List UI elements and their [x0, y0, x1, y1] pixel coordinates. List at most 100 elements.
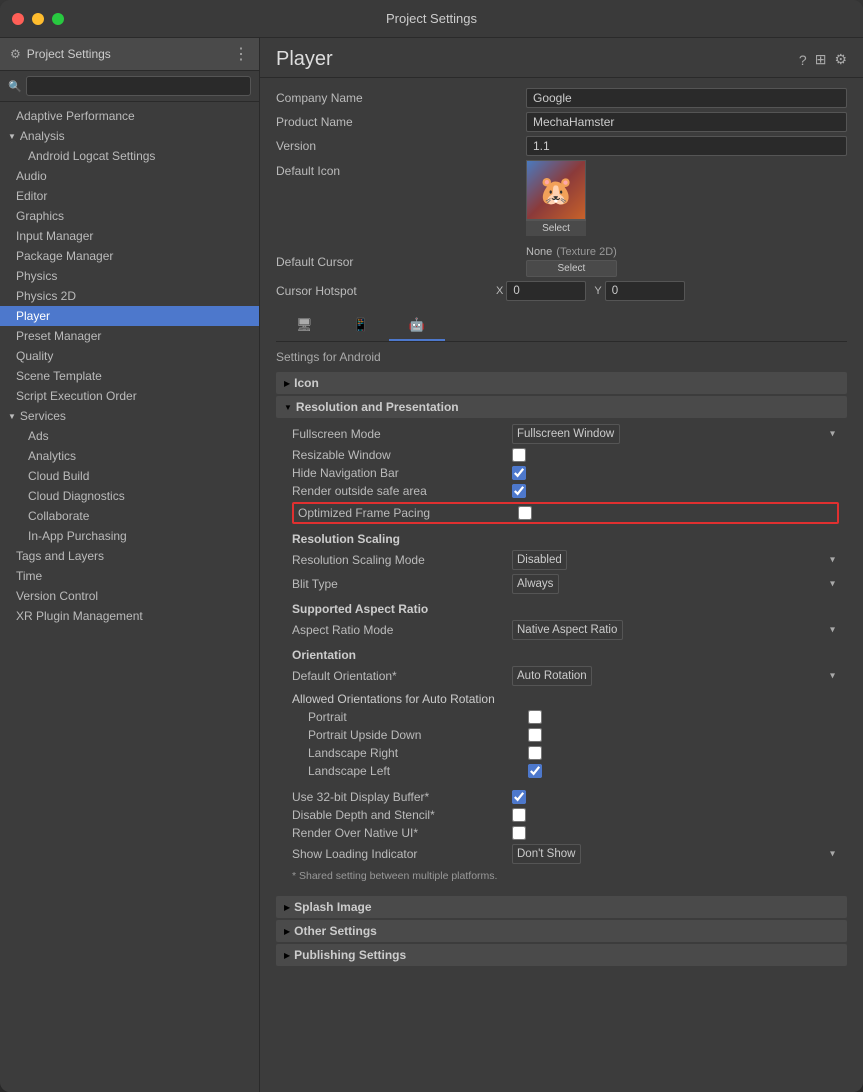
sidebar-item-physics-2d[interactable]: Physics 2D [0, 286, 259, 306]
cloud-diagnostics-label: Cloud Diagnostics [28, 489, 125, 503]
show-loading-select[interactable]: Don't Show [512, 844, 581, 864]
ads-label: Ads [28, 429, 49, 443]
default-orientation-row: Default Orientation* Auto Rotation [292, 666, 839, 686]
resolution-triangle: ▼ [284, 403, 292, 412]
fullscreen-mode-select[interactable]: Fullscreen Window [512, 424, 620, 444]
sidebar-item-analytics[interactable]: Analytics [0, 446, 259, 466]
sidebar-item-player[interactable]: Player [0, 306, 259, 326]
tab-standalone[interactable]: 🖥 [276, 311, 333, 341]
sidebar-item-scene-template[interactable]: Scene Template [0, 366, 259, 386]
blit-type-select[interactable]: Always [512, 574, 559, 594]
landscape-right-checkbox[interactable] [528, 746, 542, 760]
sidebar-item-adaptive-performance[interactable]: Adaptive Performance [0, 106, 259, 126]
minimize-button[interactable] [32, 13, 44, 25]
sidebar-item-script-execution-order[interactable]: Script Execution Order [0, 386, 259, 406]
optimized-frame-pacing-row: Optimized Frame Pacing [292, 502, 839, 524]
resolution-scaling-mode-select[interactable]: Disabled [512, 550, 567, 570]
sidebar-item-version-control[interactable]: Version Control [0, 586, 259, 606]
resolution-section-header[interactable]: ▼ Resolution and Presentation [276, 396, 847, 418]
hotspot-y-input[interactable] [605, 281, 685, 301]
settings-icon[interactable]: ⚙ [834, 51, 847, 68]
close-button[interactable] [12, 13, 24, 25]
resolution-scaling-title: Resolution Scaling [292, 532, 839, 546]
sidebar-item-editor[interactable]: Editor [0, 186, 259, 206]
landscape-left-label: Landscape Left [308, 764, 528, 778]
splash-section-header[interactable]: ▶ Splash Image [276, 896, 847, 918]
sidebar-item-analysis[interactable]: ▼ Analysis [0, 126, 259, 146]
publishing-section-header[interactable]: ▶ Publishing Settings [276, 944, 847, 966]
blit-type-wrapper: Always [512, 574, 839, 594]
hotspot-x-input[interactable] [506, 281, 586, 301]
sidebar-item-physics[interactable]: Physics [0, 266, 259, 286]
product-name-input[interactable] [526, 112, 847, 132]
disable-depth-checkbox[interactable] [512, 808, 526, 822]
default-cursor-row: Default Cursor None (Texture 2D) Select [276, 246, 847, 277]
default-orientation-select[interactable]: Auto Rotation [512, 666, 592, 686]
sidebar-item-services[interactable]: ▼ Services [0, 406, 259, 426]
sidebar-item-in-app-purchasing[interactable]: In-App Purchasing [0, 526, 259, 546]
hide-nav-bar-row: Hide Navigation Bar [292, 466, 839, 480]
ios-icon: 📱 [353, 317, 369, 332]
blit-type-label: Blit Type [292, 577, 512, 591]
render-over-native-checkbox[interactable] [512, 826, 526, 840]
sidebar-item-quality[interactable]: Quality [0, 346, 259, 366]
search-icon: 🔍 [8, 80, 22, 93]
spacer1 [292, 782, 839, 790]
sidebar-item-graphics[interactable]: Graphics [0, 206, 259, 226]
sidebar-menu-icon[interactable]: ⋮ [233, 44, 249, 64]
default-icon-label: Default Icon [276, 160, 526, 178]
product-name-control [526, 112, 847, 132]
aspect-ratio-mode-wrapper: Native Aspect Ratio [512, 620, 839, 640]
sidebar-item-cloud-build[interactable]: Cloud Build [0, 466, 259, 486]
tab-ios[interactable]: 📱 [333, 311, 389, 341]
analysis-triangle: ▼ [8, 132, 16, 141]
resizable-window-row: Resizable Window [292, 448, 839, 462]
default-cursor-label: Default Cursor [276, 255, 526, 269]
package-manager-label: Package Manager [16, 249, 113, 263]
resizable-window-checkbox[interactable] [512, 448, 526, 462]
hide-nav-bar-checkbox[interactable] [512, 466, 526, 480]
portrait-upside-down-checkbox[interactable] [528, 728, 542, 742]
tab-android[interactable]: 🤖 [389, 311, 445, 341]
sidebar-item-preset-manager[interactable]: Preset Manager [0, 326, 259, 346]
sidebar-item-time[interactable]: Time [0, 566, 259, 586]
sidebar-item-package-manager[interactable]: Package Manager [0, 246, 259, 266]
render-outside-safe-checkbox[interactable] [512, 484, 526, 498]
aspect-ratio-mode-select[interactable]: Native Aspect Ratio [512, 620, 623, 640]
optimized-frame-pacing-checkbox[interactable] [518, 506, 532, 520]
use-32bit-checkbox[interactable] [512, 790, 526, 804]
icon-select-button[interactable]: Select [526, 220, 586, 236]
maximize-button[interactable] [52, 13, 64, 25]
cursor-select-button[interactable]: Select [526, 260, 617, 277]
sidebar-item-tags-and-layers[interactable]: Tags and Layers [0, 546, 259, 566]
physics-label: Physics [16, 269, 57, 283]
sidebar-item-ads[interactable]: Ads [0, 426, 259, 446]
layout-icon[interactable]: ⊞ [815, 51, 827, 68]
fullscreen-mode-label: Fullscreen Mode [292, 427, 512, 441]
other-section-header[interactable]: ▶ Other Settings [276, 920, 847, 942]
sidebar-item-android-logcat[interactable]: Android Logcat Settings [0, 146, 259, 166]
search-input[interactable] [26, 76, 251, 96]
quality-label: Quality [16, 349, 53, 363]
supported-aspect-ratio-title: Supported Aspect Ratio [292, 602, 839, 616]
landscape-left-checkbox[interactable] [528, 764, 542, 778]
use-32bit-label: Use 32-bit Display Buffer* [292, 790, 512, 804]
sidebar-item-audio[interactable]: Audio [0, 166, 259, 186]
sidebar-nav: Adaptive Performance ▼ Analysis Android … [0, 102, 259, 1092]
sidebar-header-title: Project Settings [27, 47, 111, 61]
portrait-checkbox[interactable] [528, 710, 542, 724]
sidebar-item-cloud-diagnostics[interactable]: Cloud Diagnostics [0, 486, 259, 506]
sidebar-item-xr-plugin-management[interactable]: XR Plugin Management [0, 606, 259, 626]
sidebar-item-collaborate[interactable]: Collaborate [0, 506, 259, 526]
in-app-purchasing-label: In-App Purchasing [28, 529, 127, 543]
icon-section-header[interactable]: ▶ Icon [276, 372, 847, 394]
version-input[interactable] [526, 136, 847, 156]
analysis-label: Analysis [20, 129, 65, 143]
preset-manager-label: Preset Manager [16, 329, 101, 343]
help-icon[interactable]: ? [799, 52, 807, 68]
adaptive-performance-label: Adaptive Performance [16, 109, 135, 123]
allowed-orientations-title: Allowed Orientations for Auto Rotation [292, 692, 839, 706]
company-name-input[interactable] [526, 88, 847, 108]
sidebar-item-input-manager[interactable]: Input Manager [0, 226, 259, 246]
player-fields: Company Name Product Name Version [276, 88, 847, 301]
